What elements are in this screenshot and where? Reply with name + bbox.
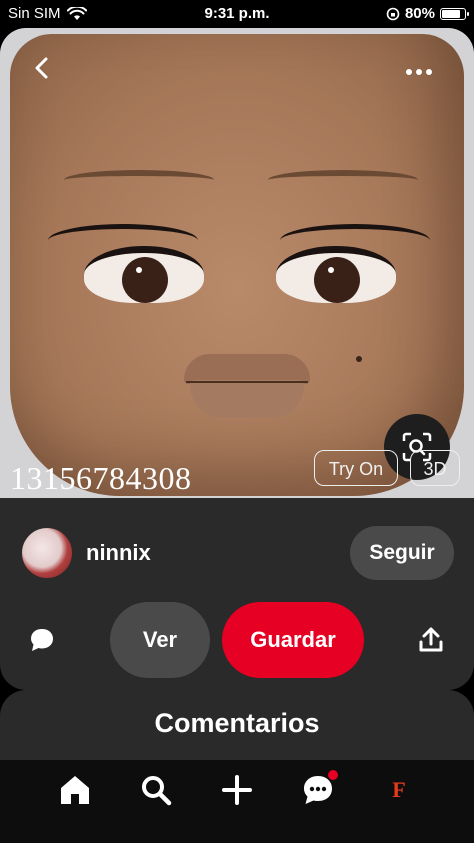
bottom-nav: F [0,760,474,843]
creator-username[interactable]: ninnix [86,540,151,566]
notification-dot [328,770,338,780]
nav-messages[interactable] [300,770,338,808]
creator-avatar[interactable] [22,528,72,578]
left-brow [64,170,214,190]
more-dots-icon [406,69,412,75]
back-button[interactable] [28,54,56,82]
right-brow [268,170,418,190]
follow-button[interactable]: Seguir [350,526,454,580]
right-eye [276,246,396,303]
share-icon [419,627,443,652]
battery-percent: 80% [404,5,435,22]
nav-create[interactable] [219,772,255,808]
try-on-button[interactable]: Try On [314,450,398,486]
3d-button[interactable]: 3D [410,450,460,486]
profile-initial: F [392,777,406,802]
orientation-lock-icon [386,7,400,20]
beauty-mark [356,356,362,362]
image-caption: 13156784308 [10,460,192,496]
view-button[interactable]: Ver [110,602,210,678]
nav-home[interactable] [57,772,93,808]
save-button[interactable]: Guardar [222,602,364,678]
chevron-left-icon [35,57,48,79]
plus-icon [222,775,252,805]
status-bar: Sin SIM 9:31 p.m. 80% [0,0,474,28]
comment-icon [31,629,53,651]
lips [184,354,310,418]
share-button[interactable] [418,626,444,654]
home-icon [61,776,89,804]
nav-profile[interactable]: F [381,772,417,808]
left-eye [84,246,204,303]
more-options-button[interactable] [406,64,440,80]
pin-card: 13156784308 Try On 3D ninnix Seguir Ver … [0,28,474,690]
comments-title: Comentarios [154,708,320,738]
search-icon [142,776,172,806]
battery-icon [440,7,469,20]
nav-search[interactable] [138,772,174,808]
comment-button[interactable] [28,626,56,654]
pin-image[interactable]: 13156784308 Try On 3D [0,28,474,498]
